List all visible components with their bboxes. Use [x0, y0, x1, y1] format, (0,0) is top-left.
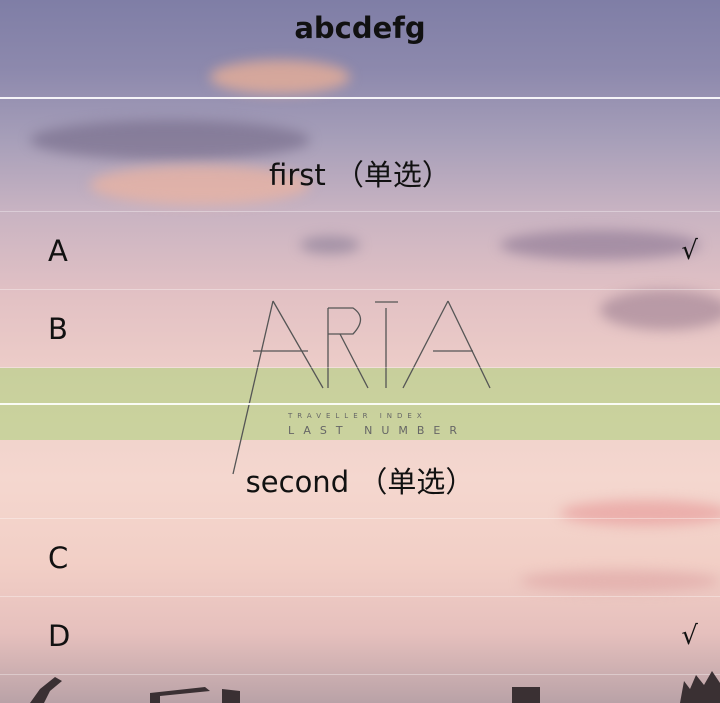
question-title: first （单选） [269, 157, 451, 192]
question-header: second （单选） [0, 441, 720, 519]
option-row-c[interactable]: C [0, 519, 720, 597]
option-label: B [48, 311, 68, 346]
logo-subtitle: LAST NUMBER [288, 424, 466, 437]
option-row-a[interactable]: A √ [0, 212, 720, 290]
checkmark-icon: √ [681, 235, 698, 266]
logo-subtitle-small: TRAVELLER INDEX [287, 412, 427, 420]
cloud-decoration [210, 60, 350, 94]
checkmark-icon: √ [681, 620, 698, 651]
question-title: second （单选） [245, 464, 475, 499]
option-row-b[interactable]: B [0, 290, 720, 368]
section-divider [0, 403, 720, 405]
page-title: abcdefg [294, 10, 426, 45]
option-label: C [48, 540, 69, 575]
section-divider [0, 97, 720, 99]
option-label: D [48, 618, 71, 653]
city-silhouette-decoration [30, 671, 720, 703]
question-header: first （单选） [0, 134, 720, 212]
option-label: A [48, 233, 68, 268]
nav-header: abcdefg [0, 0, 720, 55]
